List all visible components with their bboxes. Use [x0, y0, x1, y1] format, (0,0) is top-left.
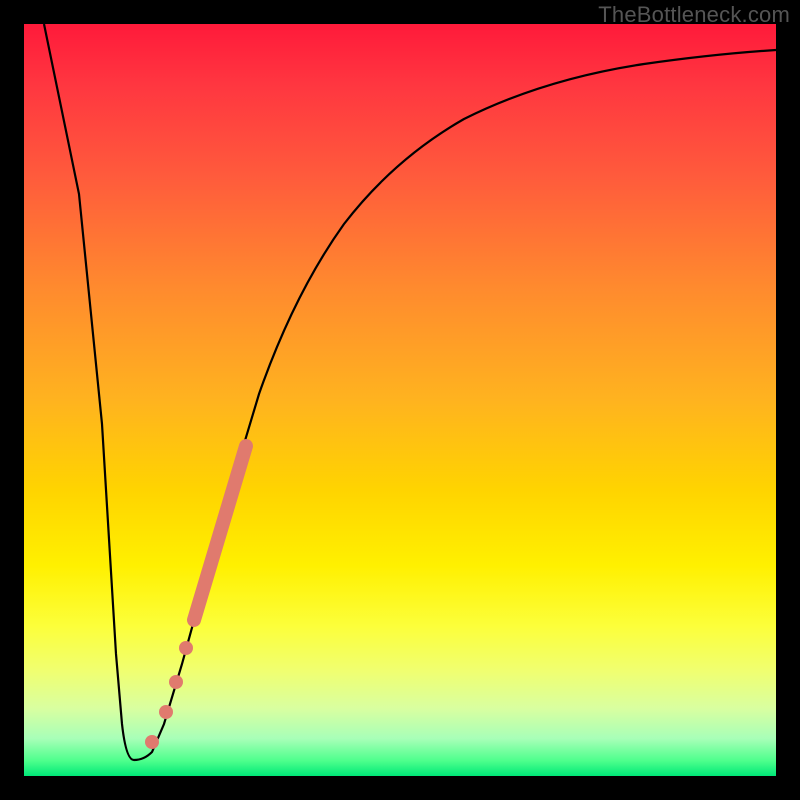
- highlight-dot: [169, 675, 183, 689]
- bottleneck-curve: [44, 24, 776, 760]
- chart-frame: TheBottleneck.com: [0, 0, 800, 800]
- plot-area: [24, 24, 776, 776]
- highlight-dot: [179, 641, 193, 655]
- highlight-segment: [194, 446, 246, 620]
- curve-overlay: [24, 24, 776, 776]
- highlight-dot: [159, 705, 173, 719]
- highlight-dot: [145, 735, 159, 749]
